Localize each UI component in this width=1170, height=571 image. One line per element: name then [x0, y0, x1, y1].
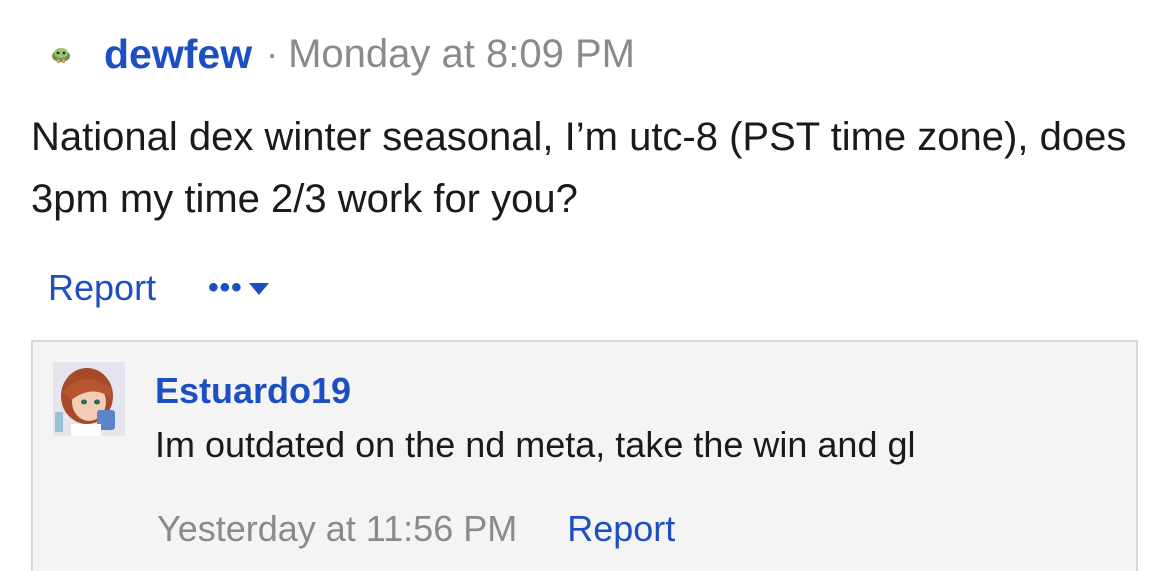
post-timestamp[interactable]: Monday at 8:09 PM — [288, 32, 635, 77]
comment-box: Estuardo19 Im outdated on the nd meta, t… — [31, 340, 1138, 571]
post-actions: Report ••• — [48, 262, 269, 314]
report-link[interactable]: Report — [48, 267, 156, 309]
header-separator: · — [266, 33, 279, 74]
post-username[interactable]: dewfew — [104, 31, 252, 78]
post-body: National dex winter seasonal, I’m utc-8 … — [31, 115, 1127, 221]
comment-report-link[interactable]: Report — [567, 508, 675, 550]
more-dots-icon: ••• — [208, 271, 243, 304]
post-avatar[interactable] — [48, 41, 74, 67]
caret-down-icon — [248, 283, 269, 295]
comment-footer: Yesterday at 11:56 PM Report — [157, 508, 675, 550]
anime-character-avatar — [53, 362, 125, 436]
comment-timestamp[interactable]: Yesterday at 11:56 PM — [157, 508, 517, 550]
pokemon-sprite-icon — [52, 48, 70, 63]
comment-avatar[interactable] — [53, 362, 125, 436]
comment-username[interactable]: Estuardo19 — [155, 370, 351, 412]
post-header: dewfew · Monday at 8:09 PM — [48, 28, 635, 80]
comment-text: Im outdated on the nd meta, take the win… — [155, 424, 916, 465]
profile-post-page: dewfew · Monday at 8:09 PM National dex … — [0, 0, 1170, 571]
more-actions-menu[interactable]: ••• — [208, 273, 269, 303]
